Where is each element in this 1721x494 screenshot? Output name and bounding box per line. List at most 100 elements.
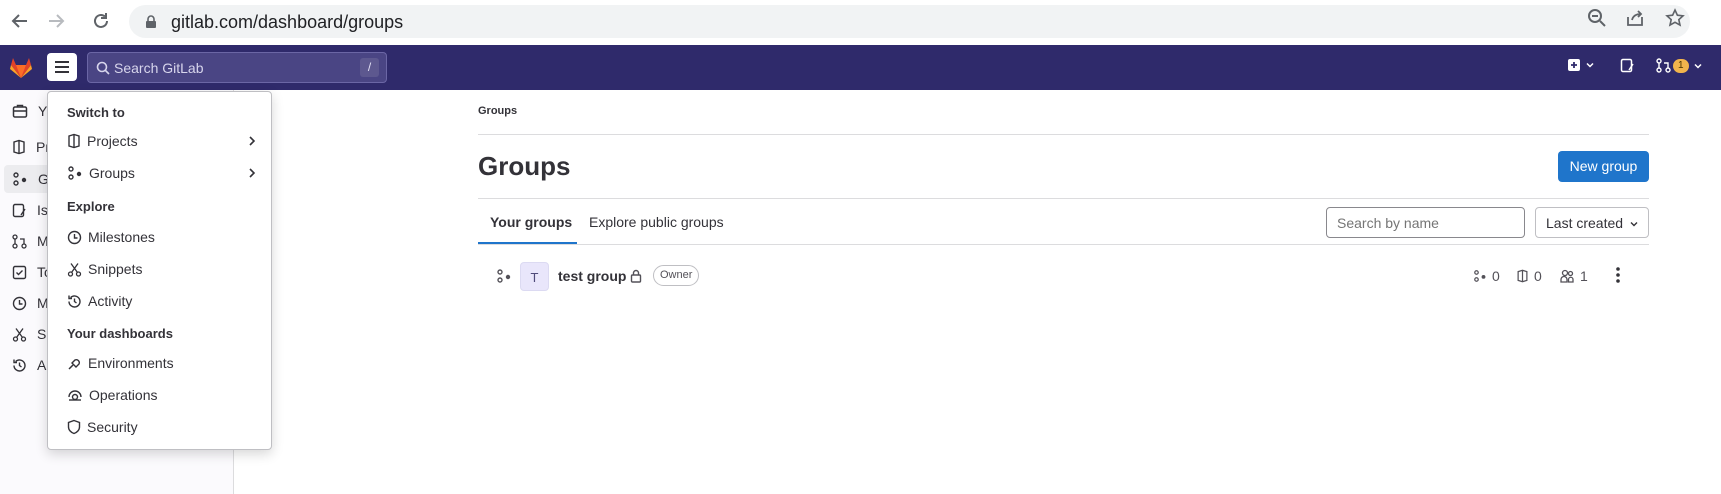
main-menu-dropdown: Switch to Projects Groups Explore Milest…: [47, 91, 272, 450]
reload-button[interactable]: [89, 9, 113, 33]
title-divider: [478, 198, 1649, 199]
gitlab-logo[interactable]: [9, 56, 33, 79]
lock-icon: [146, 15, 156, 28]
menu-item-snippets[interactable]: Snippets: [67, 258, 257, 280]
sort-label: Last created: [1546, 215, 1624, 231]
menu-item-security[interactable]: Security: [67, 416, 257, 438]
share-button[interactable]: [1625, 8, 1645, 28]
menu-item-label: Environments: [88, 355, 174, 371]
issues-icon: [1620, 58, 1634, 73]
arrow-left-icon: [11, 14, 27, 28]
address-bar[interactable]: gitlab.com/dashboard/groups: [129, 5, 1690, 38]
breadcrumb[interactable]: Groups: [478, 105, 517, 117]
main-menu-button[interactable]: [47, 53, 77, 81]
role-badge: Owner: [653, 265, 700, 286]
tab-your-groups[interactable]: Your groups: [490, 214, 572, 230]
issues-button[interactable]: [1620, 58, 1635, 73]
todo-icon: [12, 265, 27, 279]
history-icon: [13, 358, 26, 372]
your-dashboards-heading: Your dashboards: [67, 326, 173, 341]
zoom-button[interactable]: [1587, 8, 1607, 28]
hamburger-icon: [55, 61, 69, 73]
subgroups-count: 0: [1473, 268, 1500, 284]
chevron-down-icon: [1586, 62, 1594, 68]
merge-request-count-badge: 1: [1673, 58, 1689, 73]
snippet-icon: [67, 262, 82, 277]
zoom-out-icon: [1588, 9, 1606, 27]
sidebar-item-milestones[interactable]: M: [12, 291, 49, 315]
sidebar-item-projects[interactable]: Pr: [12, 135, 50, 159]
group-row[interactable]: T test group Owner 0 0 1: [478, 256, 1649, 298]
users-icon: [1560, 269, 1574, 283]
star-icon: [1665, 8, 1685, 27]
projects-number: 0: [1534, 268, 1542, 284]
menu-item-activity[interactable]: Activity: [67, 290, 257, 312]
history-icon: [68, 294, 81, 308]
work-icon: [12, 104, 28, 118]
group-icon: [68, 166, 82, 180]
reload-icon: [94, 13, 108, 28]
create-new-dropdown[interactable]: [1567, 58, 1595, 72]
snippet-icon: [12, 327, 27, 342]
forward-button[interactable]: [44, 9, 68, 33]
browser-toolbar: gitlab.com/dashboard/groups: [0, 0, 1721, 44]
group-name-link[interactable]: test group: [558, 268, 626, 284]
bookmark-button[interactable]: [1665, 8, 1685, 28]
search-shortcut-key: /: [360, 58, 379, 77]
group-avatar[interactable]: T: [520, 262, 549, 291]
operations-icon: [68, 389, 82, 401]
project-icon: [13, 139, 25, 155]
sidebar-item-issues[interactable]: Is: [12, 198, 48, 222]
menu-item-label: Groups: [89, 165, 135, 181]
environment-icon: [68, 358, 80, 370]
tab-explore-public-groups[interactable]: Explore public groups: [589, 214, 724, 230]
members-number: 1: [1580, 268, 1588, 284]
subgroups-number: 0: [1492, 268, 1500, 284]
menu-item-label: Operations: [89, 387, 158, 403]
menu-item-label: Milestones: [88, 229, 155, 245]
merge-requests-button[interactable]: 1: [1656, 58, 1703, 73]
menu-item-label: Snippets: [88, 261, 143, 277]
menu-item-milestones[interactable]: Milestones: [67, 226, 257, 248]
search-icon: [96, 61, 110, 75]
global-search-input[interactable]: Search GitLab /: [87, 52, 387, 83]
sidebar-item-label: Y: [38, 103, 48, 119]
switch-to-heading: Switch to: [67, 105, 125, 120]
project-icon: [1517, 269, 1528, 283]
menu-item-operations[interactable]: Operations: [67, 384, 257, 406]
share-icon: [1627, 10, 1643, 26]
project-icon: [68, 133, 80, 149]
menu-item-label: Security: [87, 419, 138, 435]
more-actions-icon[interactable]: [1615, 266, 1621, 284]
sort-dropdown[interactable]: Last created: [1535, 207, 1649, 238]
arrow-right-icon: [49, 14, 65, 28]
subgroup-icon: [1474, 270, 1486, 282]
search-by-name-input[interactable]: [1326, 207, 1525, 238]
tanuki-logo-icon: [10, 58, 32, 78]
sidebar-item-your-work[interactable]: Y: [12, 99, 47, 123]
chevron-right-icon: [249, 136, 256, 146]
menu-item-groups[interactable]: Groups: [67, 162, 257, 184]
menu-item-label: Projects: [87, 133, 138, 149]
milestone-icon: [67, 230, 82, 244]
chevron-down-icon: [1630, 222, 1638, 227]
menu-item-environments[interactable]: Environments: [67, 352, 257, 374]
plus-square-icon: [1568, 59, 1580, 71]
menu-item-label: Activity: [88, 293, 133, 309]
gitlab-top-bar: Search GitLab / 1: [0, 45, 1721, 90]
issues-icon: [12, 203, 26, 217]
url-text: gitlab.com/dashboard/groups: [171, 12, 404, 32]
group-icon: [497, 269, 511, 283]
members-count: 1: [1560, 268, 1588, 284]
back-button[interactable]: [8, 9, 32, 33]
menu-item-projects[interactable]: Projects: [67, 130, 257, 152]
sidebar-item-merge-requests[interactable]: M: [12, 229, 49, 253]
merge-request-icon: [12, 233, 27, 249]
new-group-button[interactable]: New group: [1558, 151, 1649, 182]
sidebar-item-todos[interactable]: To: [12, 260, 52, 284]
projects-count: 0: [1516, 268, 1542, 284]
chevron-right-icon: [249, 168, 256, 178]
shield-icon: [67, 419, 81, 435]
merge-request-icon: [1656, 58, 1671, 73]
tabs-divider: [478, 244, 1649, 245]
